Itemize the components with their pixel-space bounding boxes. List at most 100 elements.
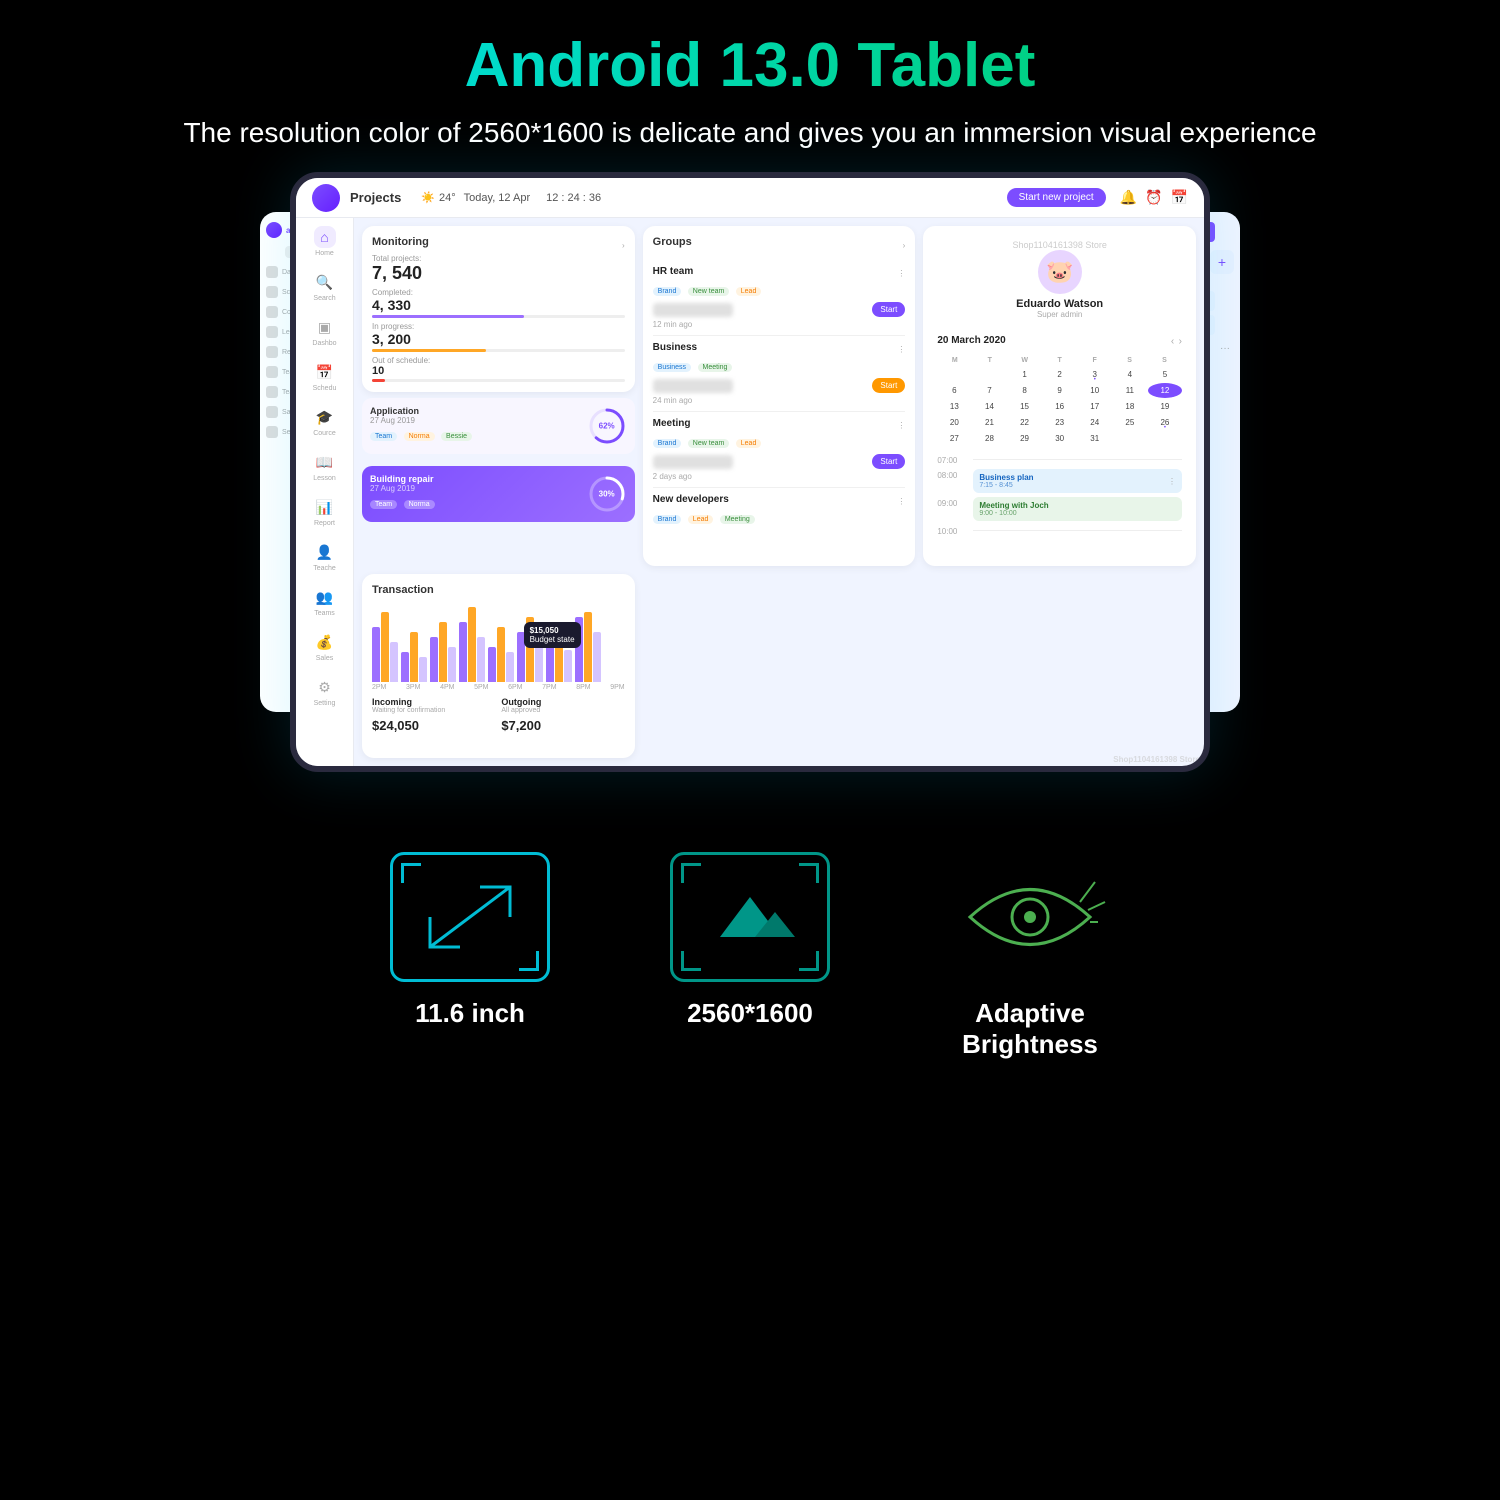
calendar-header: 20 March 2020 ‹ › bbox=[929, 327, 1190, 353]
calendar-day[interactable]: 5 bbox=[1148, 367, 1182, 382]
clock-icon: ⏰ bbox=[1145, 189, 1162, 206]
chart-area bbox=[372, 602, 625, 682]
course-icon: 🎓 bbox=[313, 406, 335, 428]
sidebar-item-course[interactable]: 🎓 Cource bbox=[313, 406, 336, 437]
calendar-day[interactable]: 22 bbox=[1008, 415, 1042, 430]
calendar-day[interactable]: 16 bbox=[1043, 399, 1077, 414]
sidebar-label-report: Report bbox=[314, 520, 335, 527]
sidebar-label-lesson: Lesson bbox=[313, 475, 336, 482]
incoming: Incoming Waiting for confirmation $24,05… bbox=[372, 697, 495, 733]
tag-team: Team bbox=[370, 432, 397, 441]
calendar-days: 1234567891011121314151617181920212223242… bbox=[937, 367, 1182, 446]
sidebar-label-teams: Teams bbox=[314, 610, 335, 617]
outgoing: Outgoing All approved $7,200 bbox=[501, 697, 624, 733]
watermark-monitoring: Shop1104161398 Store bbox=[1113, 755, 1200, 764]
header-logo bbox=[312, 184, 340, 212]
sidebar-item-sales[interactable]: 💰 Sales bbox=[314, 631, 336, 662]
sidebar-item-report[interactable]: 📊 Report bbox=[314, 496, 336, 527]
col1-row1: Monitoring › Total projects: 7, 540 Comp… bbox=[362, 226, 635, 566]
calendar-events: 07:00 08:00 Business plan 7:15 - 8:4 bbox=[929, 450, 1190, 544]
app1-progress: 62% bbox=[587, 406, 627, 446]
top-section: Android 13.0 Tablet The resolution color… bbox=[0, 0, 1500, 172]
calendar-day[interactable]: 25 bbox=[1113, 415, 1147, 430]
cal-prev[interactable]: ‹ bbox=[1171, 336, 1174, 347]
calendar-day[interactable]: 6 bbox=[937, 383, 971, 398]
profile-role: Super admin bbox=[937, 310, 1182, 319]
calendar-day[interactable]: 21 bbox=[972, 415, 1006, 430]
group-meeting: Meeting ⋮ Brand New team Lead Start bbox=[653, 412, 906, 488]
calendar-day[interactable]: 3 bbox=[1078, 367, 1112, 382]
bar-group bbox=[401, 632, 427, 682]
header-title: Projects bbox=[350, 190, 401, 205]
start-btn-meeting[interactable]: Start bbox=[872, 454, 905, 469]
start-new-project-button[interactable]: Start new project bbox=[1007, 188, 1106, 207]
store-label: Shop1104161398 Store bbox=[937, 240, 1182, 250]
calendar-day[interactable]: 9 bbox=[1043, 383, 1077, 398]
calendar-day[interactable]: 1 bbox=[1008, 367, 1042, 382]
cal-next[interactable]: › bbox=[1179, 336, 1182, 347]
calendar-day[interactable]: 19 bbox=[1148, 399, 1182, 414]
calendar-day[interactable]: 31 bbox=[1078, 431, 1112, 446]
calendar-day[interactable]: 11 bbox=[1113, 383, 1147, 398]
calendar-grid: M T W T F S S 12345678910111213141516171… bbox=[929, 353, 1190, 450]
calendar-day[interactable]: 17 bbox=[1078, 399, 1112, 414]
report-icon: 📊 bbox=[314, 496, 336, 518]
sidebar-label-dashboard: Dashbo bbox=[312, 340, 336, 347]
calendar-icon: 📅 bbox=[1171, 189, 1188, 206]
calendar-day[interactable]: 10 bbox=[1078, 383, 1112, 398]
calendar-day[interactable]: 8 bbox=[1008, 383, 1042, 398]
chart-x-label: 6PM bbox=[508, 684, 522, 691]
feature-resolution: 2560*1600 bbox=[670, 852, 830, 1060]
dashboard-icon: ▣ bbox=[313, 316, 335, 338]
arrow-icon bbox=[420, 877, 520, 957]
calendar-day[interactable]: 4 bbox=[1113, 367, 1147, 382]
sidebar-item-teacher[interactable]: 👤 Teache bbox=[313, 541, 336, 572]
calendar-day[interactable]: 27 bbox=[937, 431, 971, 446]
calendar-day[interactable]: 14 bbox=[972, 399, 1006, 414]
calendar-day[interactable]: 29 bbox=[1008, 431, 1042, 446]
calendar-day[interactable]: 30 bbox=[1043, 431, 1077, 446]
application-card-1: Application 27 Aug 2019 Team Norma Bessi… bbox=[362, 398, 635, 454]
calendar-day[interactable]: 24 bbox=[1078, 415, 1112, 430]
calendar-day[interactable]: 23 bbox=[1043, 415, 1077, 430]
sidebar-label-teacher: Teache bbox=[313, 565, 336, 572]
calendar-day[interactable]: 7 bbox=[972, 383, 1006, 398]
sidebar-item-dashboard[interactable]: ▣ Dashbo bbox=[312, 316, 336, 347]
calendar-card: Shop1104161398 Store 🐷 Eduardo Watson Su… bbox=[923, 226, 1196, 566]
chart-x-label: 7PM bbox=[542, 684, 556, 691]
eye-brightness-icon bbox=[950, 852, 1110, 982]
sidebar-item-lesson[interactable]: 📖 Lesson bbox=[313, 451, 336, 482]
calendar-day[interactable]: 28 bbox=[972, 431, 1006, 446]
bar-group bbox=[372, 612, 398, 682]
chart-x-label: 2PM bbox=[372, 684, 386, 691]
calendar-day[interactable]: 13 bbox=[937, 399, 971, 414]
calendar-day[interactable]: 12 bbox=[1148, 383, 1182, 398]
search-icon: 🔍 bbox=[314, 271, 336, 293]
event-business-plan[interactable]: Business plan 7:15 - 8:45 ⋮ bbox=[973, 469, 1182, 493]
calendar-day[interactable]: 26 bbox=[1148, 415, 1182, 430]
calendar-day[interactable]: 18 bbox=[1113, 399, 1147, 414]
main-content-grid: Monitoring › Total projects: 7, 540 Comp… bbox=[354, 218, 1204, 766]
app2-progress: 30% bbox=[587, 474, 627, 514]
calendar-day[interactable]: 20 bbox=[937, 415, 971, 430]
event-meeting-joch[interactable]: Meeting with Joch 9:00 - 10:00 bbox=[973, 497, 1182, 521]
start-btn-hr[interactable]: Start bbox=[872, 302, 905, 317]
brightness-icon-box bbox=[950, 852, 1110, 982]
sidebar-item-home[interactable]: ⌂ Home bbox=[314, 226, 336, 257]
sidebar-item-teams[interactable]: 👥 Teams bbox=[314, 586, 336, 617]
chart-x-label: 5PM bbox=[474, 684, 488, 691]
sidebar-item-settings[interactable]: ⚙ Setting bbox=[314, 676, 336, 707]
tag-bessie: Bessie bbox=[441, 432, 472, 441]
sidebar-label-settings: Setting bbox=[314, 700, 336, 707]
groups-title: Groups bbox=[653, 236, 692, 248]
sidebar-item-search[interactable]: 🔍 Search bbox=[313, 271, 335, 302]
calendar-day[interactable]: 2 bbox=[1043, 367, 1077, 382]
header-weather: ☀️ 24° Today, 12 Apr bbox=[421, 191, 530, 204]
sidebar-label-home: Home bbox=[315, 250, 334, 257]
calendar-day[interactable]: 15 bbox=[1008, 399, 1042, 414]
avatar: 🐷 bbox=[1038, 250, 1082, 294]
start-btn-business[interactable]: Start bbox=[872, 378, 905, 393]
time-slot-900: 09:00 Meeting with Joch 9:00 - 10:00 bbox=[937, 497, 1182, 521]
home-icon: ⌂ bbox=[314, 226, 336, 248]
sidebar-item-schedule[interactable]: 📅 Schedu bbox=[313, 361, 337, 392]
